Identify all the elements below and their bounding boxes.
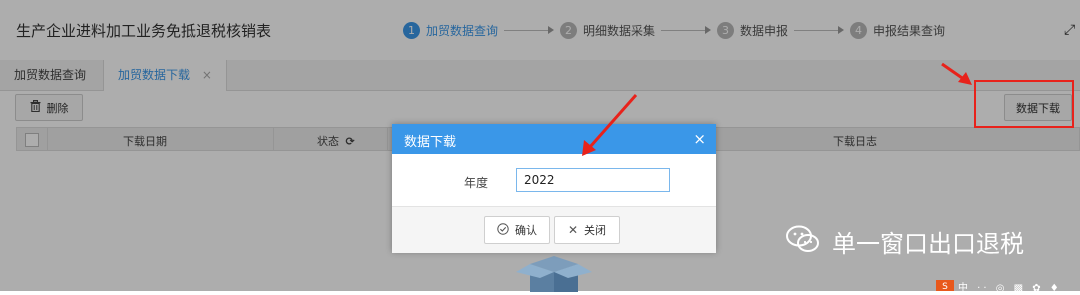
annotation-arrow-to-year-input (582, 94, 638, 156)
wechat-icon (786, 225, 820, 259)
input-method-icons: 中 ·· ◎ ▩ ✿ ♦ (958, 283, 1062, 291)
annotation-arrow-to-download-button (941, 62, 972, 85)
watermark: 单一窗口出口退税 (786, 224, 1024, 259)
input-method-logo: S (936, 280, 954, 291)
watermark-text: 单一窗口出口退税 (832, 230, 1024, 258)
bottom-toolbar-strip: S 中 ·· ◎ ▩ ✿ ♦ (936, 280, 1080, 291)
